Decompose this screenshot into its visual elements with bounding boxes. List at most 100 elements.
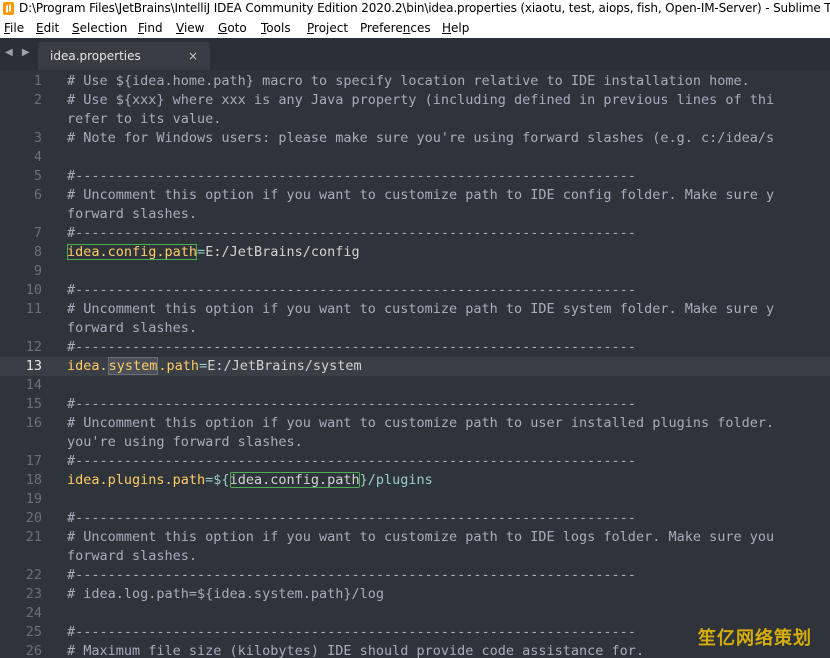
line-number: 20 [25,510,42,526]
property-key: idea. [67,358,108,374]
line-number: 4 [33,149,42,165]
code-line: # Maximum file size (kilobytes) IDE shou… [67,642,644,658]
code-line: idea.plugins.path=${idea.config.path}/pl… [67,471,433,490]
line-number [0,205,42,224]
close-icon[interactable]: × [188,42,198,70]
menu-bar: File Edit Selection Find View Goto Tools Projec… [0,18,830,38]
code-line: #---------------------------------------… [67,395,636,414]
line-number: 19 [25,491,42,507]
comment-text: you're using forward slashes. [67,434,303,450]
code-line: idea.system.path=E:/JetBrains/system [67,357,362,376]
code-line: forward slashes. [67,547,197,566]
comment-text: #---------------------------------------… [67,453,636,469]
selected-word: system [107,357,159,375]
menu-file[interactable]: File [4,18,24,38]
tab-idea-properties[interactable]: idea.properties × [38,42,210,70]
line-number: 5 [33,168,42,184]
code-line: forward slashes. [67,205,197,224]
code-line: # Note for Windows users: please make su… [67,129,774,148]
line-number: 2 [33,92,42,108]
operator: = [197,244,206,260]
tab-bar: ◀ ▶ idea.properties × [0,38,830,70]
line-number [0,110,42,129]
comment-text: forward slashes. [67,206,198,222]
comment-text: # Use ${xxx} where xxx is any Java prope… [67,92,775,108]
code-line: #---------------------------------------… [67,224,636,243]
comment-text: #---------------------------------------… [67,339,636,355]
comment-text: # Uncomment this option if you want to c… [67,415,775,431]
line-number: 13 [25,358,42,374]
code-line: # Use ${idea.home.path} macro to specify… [67,72,750,91]
operator: =${ [205,472,230,488]
comment-text: #---------------------------------------… [67,225,636,241]
code-line: #---------------------------------------… [67,566,636,585]
comment-text: forward slashes. [67,548,198,564]
comment-text: #---------------------------------------… [67,510,636,526]
menu-goto[interactable]: Goto [218,18,247,38]
menu-help[interactable]: Help [442,18,469,38]
line-number: 22 [25,567,42,583]
comment-text: # Maximum file size (kilobytes) IDE shou… [67,643,645,658]
matched-reference: idea.config.path [229,472,360,488]
line-number: 9 [33,263,42,279]
comment-text: #---------------------------------------… [67,282,636,298]
line-number: 8 [33,244,42,260]
code-line: # Uncomment this option if you want to c… [67,186,774,205]
code-line: #---------------------------------------… [67,167,636,186]
property-key: .path [158,358,200,374]
sublime-text-icon [3,2,14,15]
line-number: 14 [25,377,42,393]
code-line: #---------------------------------------… [67,623,636,642]
code-line: # Use ${xxx} where xxx is any Java prope… [67,91,774,110]
code-line: refer to its value. [67,110,221,129]
line-number [0,547,42,566]
code-line: you're using forward slashes. [67,433,303,452]
line-number: 1 [33,73,42,89]
line-number: 26 [25,643,42,658]
property-value: }/plugins [359,472,433,488]
line-number: 23 [25,586,42,602]
line-number: 17 [25,453,42,469]
code-line: #---------------------------------------… [67,509,636,528]
comment-text: # Note for Windows users: please make su… [67,130,775,146]
line-number: 12 [25,339,42,355]
code-line: # Uncomment this option if you want to c… [67,414,774,433]
comment-text: # Use ${idea.home.path} macro to specify… [67,73,750,89]
tab-label: idea.properties [50,49,141,63]
code-line: #---------------------------------------… [67,452,636,471]
line-number: 25 [25,624,42,640]
property-key: idea.plugins.path [67,472,206,488]
editor-area[interactable]: 1 # Use ${idea.home.path} macro to specif… [0,70,830,658]
comment-text: # Uncomment this option if you want to c… [67,529,775,545]
operator: = [199,358,208,374]
menu-tools[interactable]: Tools [261,18,291,38]
comment-text: #---------------------------------------… [67,168,636,184]
comment-text: refer to its value. [67,111,222,127]
window-title: D:\Program Files\JetBrains\IntelliJ IDEA… [19,1,830,15]
line-number: 6 [33,187,42,203]
comment-text: # Uncomment this option if you want to c… [67,187,775,203]
menu-preferences[interactable]: Preferences [360,18,431,38]
menu-view[interactable]: View [176,18,204,38]
code-line: # Uncomment this option if you want to c… [67,528,774,547]
comment-text: #---------------------------------------… [67,624,636,640]
line-number: 16 [25,415,42,431]
tab-nav-arrows[interactable]: ◀ ▶ [5,47,33,58]
comment-text: #---------------------------------------… [67,396,636,412]
line-number: 11 [25,301,42,317]
line-number: 7 [33,225,42,241]
line-number [0,433,42,452]
line-number: 21 [25,529,42,545]
property-value: E:/JetBrains/system [207,358,362,374]
menu-find[interactable]: Find [138,18,163,38]
menu-edit[interactable]: Edit [36,18,59,38]
line-number: 24 [25,605,42,621]
property-value: E:/JetBrains/config [205,244,360,260]
menu-project[interactable]: Project [307,18,348,38]
line-number: 3 [33,130,42,146]
property-key: idea.config.path [67,244,198,260]
line-number [0,319,42,338]
menu-selection[interactable]: Selection [72,18,127,38]
comment-text: # idea.log.path=${idea.system.path}/log [67,586,384,602]
line-number: 15 [25,396,42,412]
